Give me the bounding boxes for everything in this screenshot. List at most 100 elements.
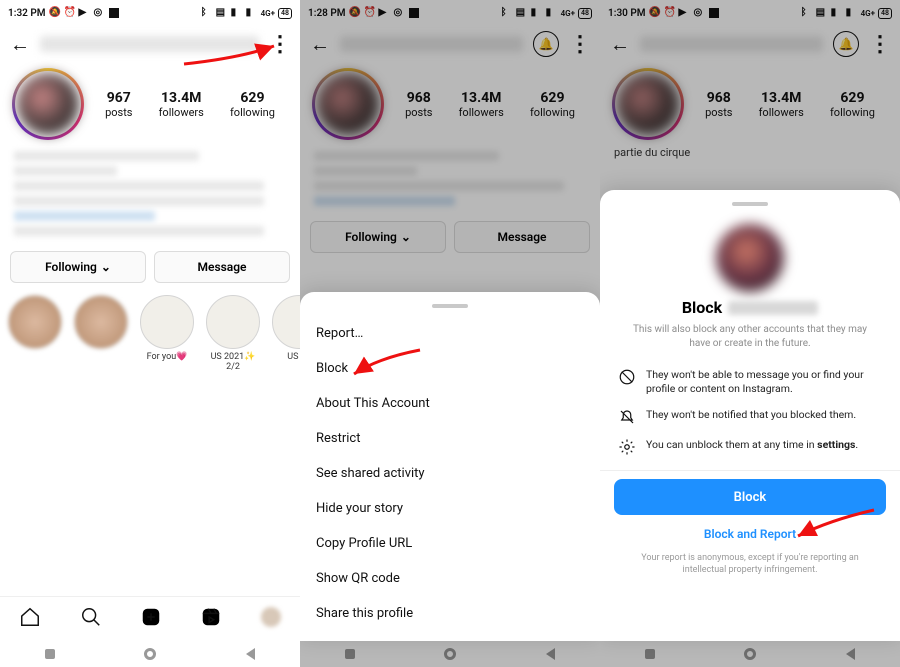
action-sheet: Report… Block About This Account Restric… xyxy=(300,292,600,641)
username-blurred xyxy=(640,36,823,52)
username-blurred xyxy=(340,36,523,52)
more-button[interactable]: ⋮ xyxy=(269,32,290,57)
notifications-button[interactable]: 🔔 xyxy=(533,31,559,57)
signal-icon-2: ▮ xyxy=(246,7,258,19)
network-label: 4G+ xyxy=(861,9,875,18)
status-bar: 1:32 PM 🔕 ⏰ ▶ ◎ ᛒ ▤ ▮ ▮ 4G+ 48 xyxy=(0,0,300,26)
stat-posts[interactable]: 968posts xyxy=(705,90,732,119)
alarm-icon: ⏰ xyxy=(364,7,376,19)
info-not-notified: They won't be notified that you blocked … xyxy=(614,402,886,432)
instagram-icon: ◎ xyxy=(694,7,706,19)
alarm-icon: ⏰ xyxy=(664,7,676,19)
dnd-icon: 🔕 xyxy=(349,7,361,19)
signal-icon: ▮ xyxy=(531,7,543,19)
avatar[interactable] xyxy=(312,68,384,140)
recent-apps-button[interactable] xyxy=(45,649,55,659)
gear-icon xyxy=(618,438,636,456)
menu-report[interactable]: Report… xyxy=(316,316,584,351)
highlights: For you💗 US 2021✨ 2/2 US 20 xyxy=(0,287,300,372)
home-button[interactable] xyxy=(144,648,156,660)
menu-share[interactable]: Share this profile xyxy=(316,596,584,631)
highlight-item[interactable]: US 2021✨ 2/2 xyxy=(206,295,260,372)
following-button[interactable]: Following⌄ xyxy=(10,251,146,283)
highlight-item[interactable] xyxy=(8,295,62,372)
home-button[interactable] xyxy=(744,648,756,660)
signal-icon-2: ▮ xyxy=(546,7,558,19)
message-button[interactable]: Message xyxy=(154,251,290,283)
bluetooth-icon: ᛒ xyxy=(801,7,813,19)
screen-profile: 1:32 PM 🔕 ⏰ ▶ ◎ ᛒ ▤ ▮ ▮ 4G+ 48 ← ⋮ 967po… xyxy=(0,0,300,667)
menu-shared-activity[interactable]: See shared activity xyxy=(316,456,584,491)
youtube-icon: ▶ xyxy=(679,7,691,19)
block-sheet: Block This will also block any other acc… xyxy=(600,190,900,641)
message-button[interactable]: Message xyxy=(454,221,590,253)
recent-apps-button[interactable] xyxy=(645,649,655,659)
youtube-icon: ▶ xyxy=(79,7,91,19)
profile-icon[interactable] xyxy=(261,607,281,632)
more-button[interactable]: ⋮ xyxy=(569,32,590,57)
block-and-report-link[interactable]: Block and Report xyxy=(614,515,886,553)
back-button[interactable]: ← xyxy=(10,32,30,57)
status-bar: 1:30 PM🔕⏰▶◎ ᛒ▤▮▮4G+48 xyxy=(600,0,900,26)
drag-handle[interactable] xyxy=(432,304,468,308)
clock: 1:32 PM xyxy=(8,8,46,19)
app-icon xyxy=(709,8,719,18)
home-icon[interactable] xyxy=(19,606,41,633)
stat-followers[interactable]: 13.4Mfollowers xyxy=(759,90,804,119)
highlight-item[interactable]: For you💗 xyxy=(140,295,194,372)
back-softkey[interactable] xyxy=(546,648,555,660)
battery-icon: 48 xyxy=(278,8,292,19)
menu-restrict[interactable]: Restrict xyxy=(316,421,584,456)
back-button[interactable]: ← xyxy=(310,32,330,57)
menu-about[interactable]: About This Account xyxy=(316,386,584,421)
network-label: 4G+ xyxy=(261,9,275,18)
status-bar: 1:28 PM🔕⏰▶◎ ᛒ▤▮▮4G+48 xyxy=(300,0,600,26)
highlight-item[interactable] xyxy=(74,295,128,372)
avatar[interactable] xyxy=(12,68,84,140)
stat-following[interactable]: 629following xyxy=(530,90,575,119)
following-button[interactable]: Following⌄ xyxy=(310,221,446,253)
menu-copy-url[interactable]: Copy Profile URL xyxy=(316,526,584,561)
chevron-down-icon: ⌄ xyxy=(401,230,411,244)
back-softkey[interactable] xyxy=(846,648,855,660)
blurred-username xyxy=(728,301,818,315)
block-button[interactable]: Block xyxy=(614,479,886,515)
notifications-button[interactable]: 🔔 xyxy=(833,31,859,57)
blocked-icon xyxy=(618,368,636,386)
sim-icon: ▤ xyxy=(216,7,228,19)
softkeys xyxy=(600,641,900,667)
top-bar: ← 🔔 ⋮ xyxy=(300,26,600,62)
stat-posts[interactable]: 968posts xyxy=(405,90,432,119)
menu-qr[interactable]: Show QR code xyxy=(316,561,584,596)
create-icon[interactable] xyxy=(140,606,162,633)
stat-posts[interactable]: 967posts xyxy=(105,90,132,119)
highlight-item[interactable]: US 20 xyxy=(272,295,300,372)
back-softkey[interactable] xyxy=(246,648,255,660)
divider xyxy=(600,470,900,471)
info-no-message: They won't be able to message you or fin… xyxy=(614,362,886,402)
menu-hide-story[interactable]: Hide your story xyxy=(316,491,584,526)
drag-handle[interactable] xyxy=(732,202,768,206)
signal-icon: ▮ xyxy=(231,7,243,19)
stat-followers[interactable]: 13.4Mfollowers xyxy=(159,90,204,119)
reels-icon[interactable] xyxy=(200,606,222,633)
softkeys xyxy=(300,641,600,667)
top-bar: ← 🔔 ⋮ xyxy=(600,26,900,62)
screen-actionsheet: 1:28 PM🔕⏰▶◎ ᛒ▤▮▮4G+48 ← 🔔 ⋮ 968posts 13.… xyxy=(300,0,600,667)
disclaimer: Your report is anonymous, except if you'… xyxy=(614,553,886,586)
bluetooth-icon: ᛒ xyxy=(501,7,513,19)
back-button[interactable]: ← xyxy=(610,32,630,57)
instagram-icon: ◎ xyxy=(94,7,106,19)
avatar[interactable] xyxy=(612,68,684,140)
block-title: Block xyxy=(614,298,886,317)
bottom-nav xyxy=(0,596,300,641)
home-button[interactable] xyxy=(444,648,456,660)
stat-following[interactable]: 629following xyxy=(230,90,275,119)
menu-block[interactable]: Block xyxy=(316,351,584,386)
block-subtitle: This will also block any other accounts … xyxy=(614,317,886,362)
more-button[interactable]: ⋮ xyxy=(869,32,890,57)
stat-following[interactable]: 629following xyxy=(830,90,875,119)
stat-followers[interactable]: 13.4Mfollowers xyxy=(459,90,504,119)
recent-apps-button[interactable] xyxy=(345,649,355,659)
search-icon[interactable] xyxy=(80,606,102,633)
